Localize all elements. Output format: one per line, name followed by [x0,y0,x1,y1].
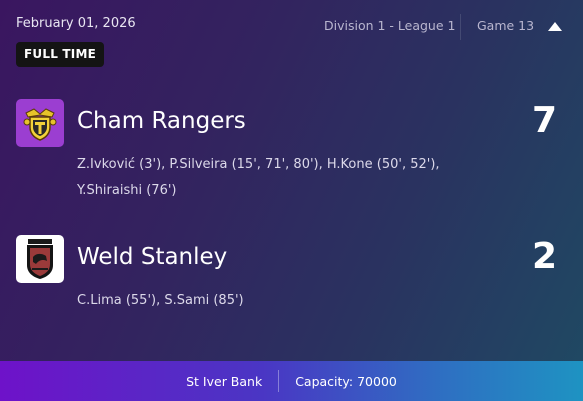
away-score: 2 [531,236,557,277]
footer-divider [278,370,280,392]
game-number: Game 13 [477,18,535,33]
venue-footer: St Iver Bank Capacity: 70000 [0,361,583,401]
stadium-capacity: Capacity: 70000 [295,373,397,389]
home-crest-icon [16,99,64,147]
header-divider [460,14,461,40]
away-crest-icon [16,235,64,283]
chevron-up-icon[interactable] [548,22,562,31]
away-scorers: C.Lima (55'), S.Sami (85') [77,293,244,308]
league-label: Division 1 - League 1 [324,18,456,33]
status-badge: FULL TIME [16,42,105,67]
home-scorers: Z.Ivković (3'), P.Silveira (15', 71', 80… [77,157,440,198]
match-date: February 01, 2026 [16,16,136,31]
away-team-name[interactable]: Weld Stanley [77,244,227,270]
stadium-name: St Iver Bank [186,373,263,389]
home-team-name[interactable]: Cham Rangers [77,108,246,134]
match-result-card: February 01, 2026 Division 1 - League 1 … [0,0,583,401]
home-score: 7 [531,100,557,141]
